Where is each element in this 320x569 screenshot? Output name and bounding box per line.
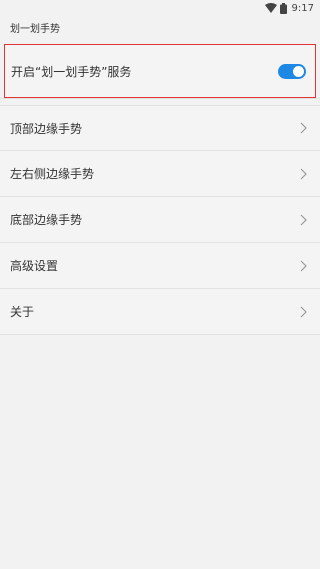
menu-item-side-edge[interactable]: 左右侧边缘手势 bbox=[0, 151, 320, 197]
battery-icon bbox=[279, 2, 287, 14]
status-bar: 9:17 bbox=[0, 0, 320, 16]
status-time: 9:17 bbox=[291, 2, 314, 14]
menu-item-label: 底部边缘手势 bbox=[10, 213, 83, 227]
menu-item-label: 关于 bbox=[10, 305, 35, 319]
menu-item-advanced-settings[interactable]: 高级设置 bbox=[0, 243, 320, 289]
settings-list: 顶部边缘手势 左右侧边缘手势 底部边缘手势 高级设置 关于 bbox=[0, 98, 320, 335]
enable-service-label: 开启“划一划手势”服务 bbox=[11, 64, 132, 79]
menu-item-label: 高级设置 bbox=[10, 259, 59, 273]
menu-item-bottom-edge[interactable]: 底部边缘手势 bbox=[0, 197, 320, 243]
menu-item-label: 顶部边缘手势 bbox=[10, 121, 83, 136]
enable-service-row[interactable]: 开启“划一划手势”服务 bbox=[4, 44, 316, 98]
page-title: 划一划手势 bbox=[10, 24, 60, 35]
chevron-right-icon bbox=[300, 306, 307, 317]
wifi-icon bbox=[264, 3, 277, 13]
toggle-knob bbox=[293, 65, 304, 77]
chevron-right-icon bbox=[300, 260, 307, 271]
menu-item-top-edge[interactable]: 顶部边缘手势 bbox=[0, 105, 320, 151]
enable-service-toggle[interactable] bbox=[278, 63, 306, 79]
menu-item-about[interactable]: 关于 bbox=[0, 289, 320, 335]
chevron-right-icon bbox=[300, 122, 307, 134]
chevron-right-icon bbox=[300, 214, 307, 225]
chevron-right-icon bbox=[300, 168, 307, 179]
menu-item-label: 左右侧边缘手势 bbox=[10, 167, 95, 181]
